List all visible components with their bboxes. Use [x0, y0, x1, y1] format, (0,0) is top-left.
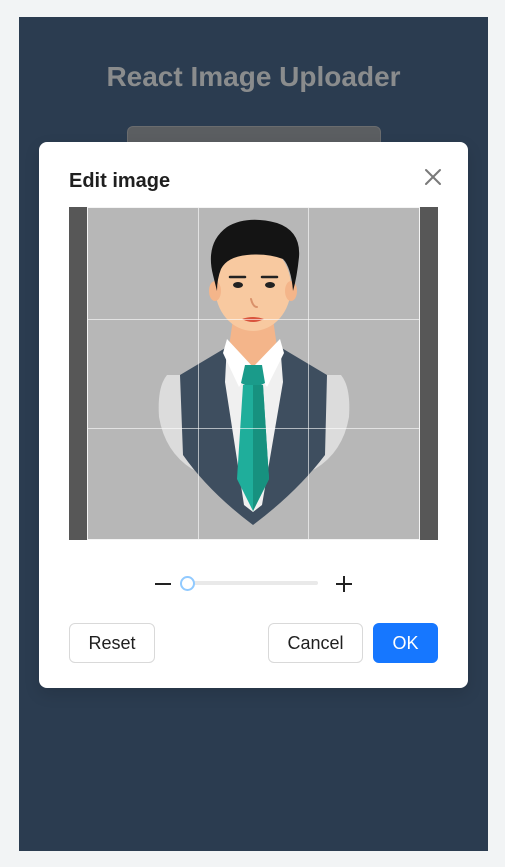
ok-button[interactable]: OK	[373, 623, 438, 663]
cancel-button[interactable]: Cancel	[268, 623, 363, 663]
zoom-in-button[interactable]	[332, 572, 356, 596]
crop-grid-line	[308, 208, 309, 539]
zoom-slider[interactable]	[180, 576, 318, 591]
zoom-control	[39, 572, 468, 596]
minus-icon	[155, 583, 171, 585]
dialog-title: Edit image	[69, 170, 171, 192]
plus-icon	[336, 576, 352, 592]
crop-grid-line	[198, 208, 199, 539]
crop-area[interactable]	[69, 207, 438, 540]
reset-button[interactable]: Reset	[69, 623, 155, 663]
zoom-out-button[interactable]	[151, 572, 175, 596]
crop-grid-line	[88, 319, 419, 320]
crop-grid-line	[88, 428, 419, 429]
crop-frame[interactable]	[87, 207, 420, 540]
zoom-slider-handle[interactable]	[180, 576, 195, 591]
edit-image-dialog: Edit image Reset Cancel OK	[39, 142, 468, 688]
close-button[interactable]	[420, 164, 446, 190]
close-icon	[425, 169, 441, 185]
